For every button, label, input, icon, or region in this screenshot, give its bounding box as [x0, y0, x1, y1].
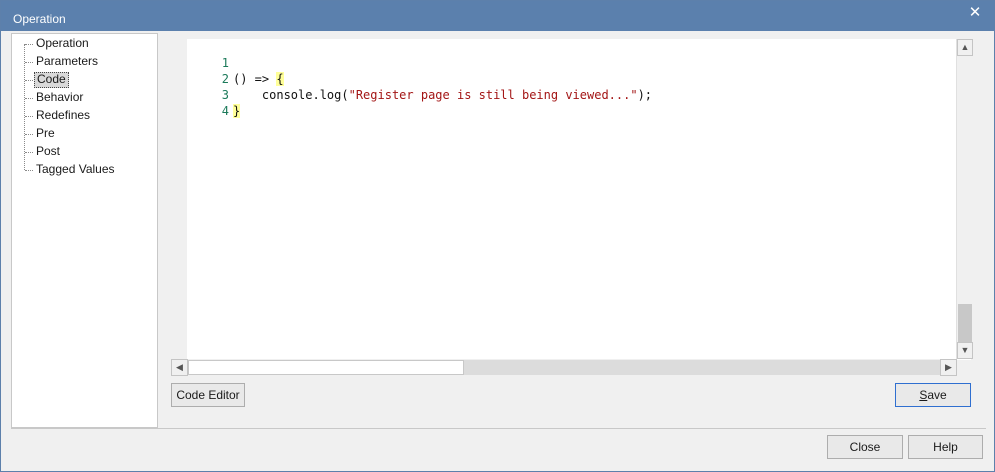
vertical-scroll-thumb[interactable]: [958, 304, 972, 342]
code-area[interactable]: 1 () => { 2 console.log("Register page i…: [187, 39, 956, 360]
scroll-right-icon[interactable]: ▶: [940, 359, 957, 376]
code-editor[interactable]: 1 () => { 2 console.log("Register page i…: [187, 39, 971, 360]
tree-item-redefines[interactable]: Redefines: [34, 108, 92, 124]
tree-item-pre[interactable]: Pre: [34, 126, 57, 142]
line-number: 4: [221, 104, 229, 118]
help-button[interactable]: Help: [908, 435, 983, 459]
scroll-up-icon[interactable]: ▲: [957, 39, 973, 56]
tree-item-parameters[interactable]: Parameters: [34, 54, 100, 70]
save-label: ave: [927, 388, 947, 402]
vertical-scrollbar[interactable]: ▲ ▼: [956, 39, 973, 359]
tree-connector: [25, 116, 33, 117]
navigation-tree: Operation Parameters Code Behavior Redef…: [11, 33, 158, 428]
code-line: 3 }: [187, 71, 956, 118]
save-button[interactable]: Save: [895, 383, 971, 407]
tree-connector: [25, 98, 33, 99]
horizontal-scroll-thumb[interactable]: [188, 360, 464, 375]
code-editor-button[interactable]: Code Editor: [171, 383, 245, 407]
dialog-title: Operation: [13, 12, 66, 26]
close-button[interactable]: Close: [827, 435, 903, 459]
tree-connector: [25, 152, 33, 153]
tree-connector: [25, 62, 33, 63]
footer-divider: [11, 428, 986, 429]
tree-item-tagged-values[interactable]: Tagged Values: [34, 162, 117, 178]
tree-connector: [25, 170, 33, 171]
code-line: 4: [187, 87, 956, 118]
tree-item-behavior[interactable]: Behavior: [34, 90, 85, 106]
tree-item-post[interactable]: Post: [34, 144, 62, 160]
title-bar: Operation ✕: [1, 1, 994, 31]
tree-connector: [25, 44, 33, 45]
code-line: 1 () => {: [187, 39, 956, 86]
close-icon[interactable]: ✕: [966, 4, 984, 22]
tree-connector: [25, 134, 33, 135]
code-line: 2 console.log("Register page is still be…: [187, 55, 956, 102]
operation-dialog: Operation ✕ Operation Parameters Code Be…: [0, 0, 995, 472]
scroll-down-icon[interactable]: ▼: [957, 342, 973, 359]
tree-item-code[interactable]: Code: [34, 72, 69, 88]
scroll-left-icon[interactable]: ◀: [171, 359, 188, 376]
horizontal-scrollbar[interactable]: ◀ ▶: [171, 359, 957, 376]
tree-item-operation[interactable]: Operation: [34, 36, 91, 52]
tree-connector: [25, 80, 33, 81]
